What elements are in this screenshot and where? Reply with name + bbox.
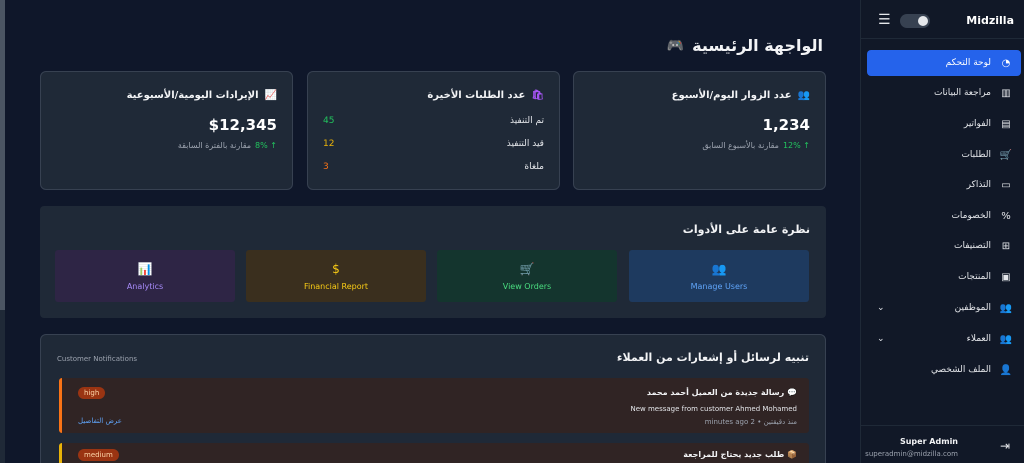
box-icon: ▣	[1001, 271, 1011, 283]
sidebar-item-tickets[interactable]: التذاكر ▭	[867, 172, 1021, 198]
logout-icon[interactable]: ⇥	[1000, 439, 1010, 453]
menu-icon[interactable]: ☰	[878, 12, 891, 28]
priority-badge: medium	[78, 449, 119, 461]
chevron-down-icon: ⌄	[877, 334, 885, 344]
user-email: superadmin@midzilla.com	[865, 450, 958, 458]
gamepad-icon: 🎮	[666, 37, 685, 54]
bar-chart-icon: ▥	[1001, 87, 1011, 99]
notification-item[interactable]: medium 📦 طلب جديد يحتاج للمراجعة	[59, 443, 809, 463]
cart-icon: 🛒	[999, 149, 1013, 161]
revenue-compare-text: مقارنة بالفترة السابقة	[177, 141, 252, 150]
orders-title: 🛍 عدد الطلبات الأخيرة	[427, 90, 544, 101]
orders-row-pending: قيد التنفيذ 12	[323, 139, 544, 149]
visitors-card: 👥 عدد الزوار اليوم/الأسبوع 1,234 ↑ 12% م…	[573, 71, 826, 190]
chart-line-icon: 📈	[264, 90, 277, 101]
invoice-icon: ▤	[1001, 118, 1011, 130]
bag-icon: 🛍	[531, 90, 544, 101]
revenue-compare: ↑ 8% مقارنة بالفترة السابقة	[178, 141, 277, 150]
page-title-text: الواجهة الرئيسية	[692, 36, 823, 55]
ticket-icon: ▭	[1001, 179, 1011, 191]
theme-toggle[interactable]	[900, 14, 930, 28]
chat-icon: 💬	[787, 388, 797, 397]
sidebar-item-data-review[interactable]: مراجعة البيانات ▥	[867, 80, 1021, 106]
notification-title: 📦 طلب جديد يحتاج للمراجعة	[683, 450, 797, 459]
page-title: الواجهة الرئيسية 🎮	[667, 36, 823, 55]
main-content: الواجهة الرئيسية 🎮 👥 عدد الزوار اليوم/ال…	[5, 0, 860, 463]
visitors-change: ↑ 12%	[782, 141, 810, 150]
users-icon: 👥	[797, 90, 810, 101]
chevron-down-icon: ⌄	[877, 303, 885, 313]
view-details-link[interactable]: عرض التفاصيل	[78, 417, 122, 425]
orders-title-text: عدد الطلبات الأخيرة	[427, 90, 526, 101]
visitors-title: 👥 عدد الزوار اليوم/الأسبوع	[672, 90, 810, 101]
sidebar-item-discounts[interactable]: الخصومات%	[867, 203, 1021, 229]
notifications-subtitle: Customer Notifications	[57, 355, 138, 363]
sidebar-item-orders[interactable]: الطلبات 🛒	[867, 142, 1021, 168]
dashboard-icon: ◔	[1001, 57, 1011, 69]
customer-notifications: Customer Notifications تنبيه لرسائل أو إ…	[40, 334, 826, 463]
sidebar-divider	[861, 38, 1024, 39]
sidebar-item-profile[interactable]: الملف الشخصي 👤	[867, 357, 1021, 383]
sidebar-item-employees[interactable]: ⌄ الموظفين 👥	[867, 295, 1021, 321]
users-icon: 👥	[711, 261, 727, 276]
notifications-title: تنبيه لرسائل أو إشعارات من العملاء	[616, 351, 809, 364]
revenue-title-text: الإيرادات اليومية/الأسبوعية	[126, 90, 259, 101]
user-name: Super Admin	[899, 437, 958, 446]
priority-badge: high	[78, 387, 106, 399]
notification-title-en: New message from customer Ahmed Mohamed	[630, 405, 797, 413]
revenue-change: ↑ 8%	[255, 141, 277, 150]
notification-item[interactable]: high 💬 رسالة جديدة من العميل أحمد محمد N…	[59, 378, 809, 433]
financial-report-button[interactable]: $ Financial Report	[246, 250, 426, 302]
orders-row-cancelled: ملغاة 3	[323, 162, 544, 172]
sidebar-item-products[interactable]: المنتجات ▣	[867, 264, 1021, 290]
notification-title: 💬 رسالة جديدة من العميل أحمد محمد	[646, 388, 797, 397]
sidebar-bottom-divider	[861, 425, 1024, 426]
moon-icon	[918, 16, 928, 26]
visitors-compare-text: مقارنة بالأسبوع السابق	[702, 141, 779, 150]
sidebar-item-invoices[interactable]: الفواتير ▤	[867, 111, 1021, 137]
chart-icon: 📊	[137, 261, 153, 276]
box-icon: 📦	[787, 450, 797, 459]
orders-row-done: تم التنفيذ 45	[323, 116, 544, 126]
users-icon: 👥	[999, 302, 1013, 314]
visitors-title-text: عدد الزوار اليوم/الأسبوع	[671, 90, 792, 101]
sidebar: Midzilla ☰ لوحة التحكم ◔ مراجعة البيانات ▥…	[860, 0, 1024, 463]
sitemap-icon: ⊞	[1001, 240, 1011, 252]
tools-title: نظرة عامة على الأدوات	[682, 223, 810, 236]
dollar-icon: $	[332, 261, 340, 276]
tools-overview: نظرة عامة على الأدوات 👥 Manage Users 🛒 V…	[40, 206, 826, 318]
visitors-compare: ↑ 12% مقارنة بالأسبوع السابق	[702, 141, 810, 150]
sidebar-item-categories[interactable]: التصنيفات ⊞	[867, 233, 1021, 259]
view-orders-button[interactable]: 🛒 View Orders	[437, 250, 617, 302]
brand-logo[interactable]: Midzilla	[966, 14, 1014, 27]
sidebar-item-dashboard[interactable]: لوحة التحكم ◔	[867, 50, 1021, 76]
orders-card: 🛍 عدد الطلبات الأخيرة تم التنفيذ 45 قيد …	[307, 71, 560, 190]
revenue-card: 📈 الإيرادات اليومية/الأسبوعية $12,345 ↑ …	[40, 71, 293, 190]
percent-icon: %	[1001, 210, 1011, 222]
user-icon: 👤	[999, 364, 1013, 376]
revenue-title: 📈 الإيرادات اليومية/الأسبوعية	[127, 90, 277, 101]
revenue-value: $12,345	[208, 116, 277, 134]
users-icon: 👥	[999, 333, 1013, 345]
manage-users-button[interactable]: 👥 Manage Users	[629, 250, 809, 302]
analytics-button[interactable]: 📊 Analytics	[55, 250, 235, 302]
sidebar-item-customers[interactable]: ⌄ العملاء 👥	[867, 326, 1021, 352]
cart-icon: 🛒	[519, 261, 535, 276]
visitors-value: 1,234	[762, 116, 810, 134]
notification-time: منذ دقيقتين • 2 minutes ago	[704, 418, 797, 426]
